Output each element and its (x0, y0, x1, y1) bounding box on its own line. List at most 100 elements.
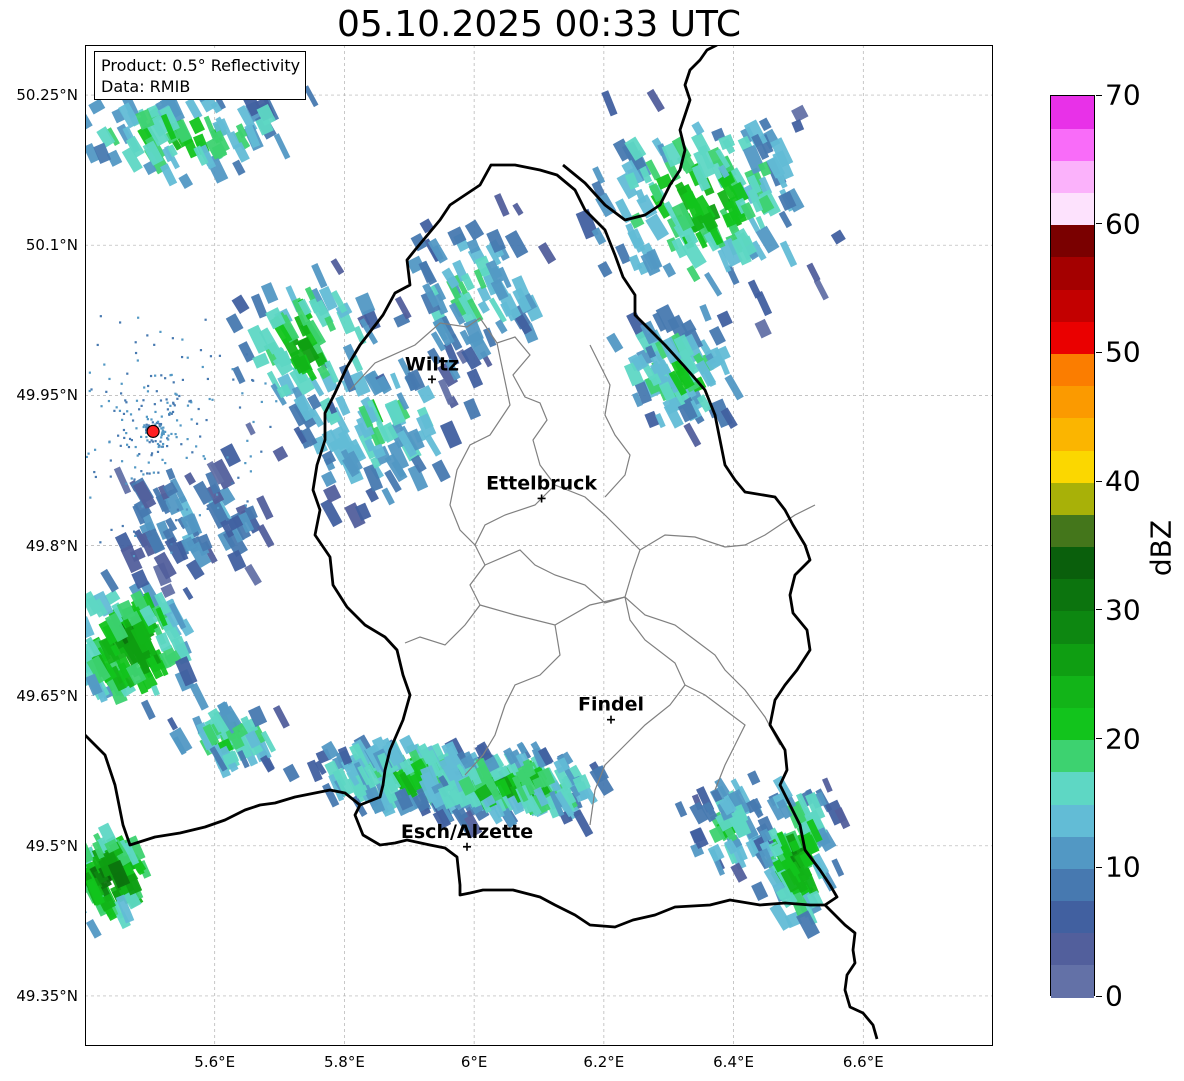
colorbar-segment (1051, 449, 1094, 483)
clutter-pixel (121, 524, 124, 528)
clutter-pixel (134, 445, 137, 449)
clutter-pixel (195, 422, 199, 425)
colorbar-segment (1051, 803, 1094, 837)
clutter-pixel (181, 378, 185, 381)
clutter-pixel (160, 445, 163, 448)
clutter-pixel (275, 400, 278, 403)
clutter-pixel (204, 318, 207, 321)
clutter-pixel (159, 422, 163, 426)
clutter-pixel (161, 458, 164, 461)
product-label: Product: 0.5° Reflectivity (101, 56, 301, 75)
colorbar-tick-label: 10 (1105, 850, 1141, 884)
clutter-pixel (238, 406, 242, 409)
clutter-pixel (129, 413, 133, 416)
colorbar-segment (1051, 836, 1094, 869)
clutter-pixel (145, 423, 148, 426)
radar-map[interactable]: Wiltz Ettelbruck Findel Esch/Alzette (85, 45, 993, 1046)
clutter-pixel (122, 428, 126, 432)
clutter-pixel (171, 337, 174, 340)
clutter-pixel (108, 441, 111, 444)
map-canvas[interactable]: Wiltz Ettelbruck Findel Esch/Alzette (85, 45, 993, 1046)
lat-tick-label: 49.95°N (16, 386, 78, 405)
clutter-pixel (180, 443, 183, 446)
clutter-pixel (152, 471, 155, 474)
clutter-pixel (159, 440, 162, 443)
colorbar-tick-mark (1096, 738, 1102, 740)
clutter-pixel (146, 418, 149, 421)
clutter-pixel (154, 410, 157, 414)
clutter-pixel (237, 476, 240, 479)
clutter-pixel (120, 392, 123, 395)
clutter-pixel (115, 406, 118, 409)
clutter-pixel (226, 456, 229, 459)
clutter-pixel (140, 435, 143, 438)
clutter-pixel (110, 528, 113, 531)
clutter-pixel (160, 427, 163, 430)
clutter-pixel (167, 434, 170, 437)
colorbar-tick-mark (1096, 609, 1102, 611)
clutter-pixel (85, 455, 88, 459)
clutter-pixel (136, 359, 139, 362)
clutter-pixel (178, 394, 181, 398)
clutter-pixel (99, 315, 102, 318)
clutter-pixel (232, 378, 235, 381)
lat-tick-label: 49.8°N (25, 536, 78, 555)
clutter-pixel (215, 493, 219, 496)
clutter-pixel (172, 401, 175, 404)
clutter-pixel (159, 399, 163, 402)
clutter-pixel (143, 424, 146, 427)
clutter-pixel (206, 507, 209, 511)
clutter-pixel (252, 379, 255, 382)
clutter-pixel (153, 343, 156, 346)
lat-tick-label: 50.1°N (25, 236, 78, 255)
clutter-pixel (127, 445, 131, 449)
clutter-pixel (231, 482, 234, 485)
colorbar-tick-label: 40 (1105, 464, 1141, 498)
clutter-pixel (148, 472, 151, 475)
colorbar-segment (1051, 482, 1094, 515)
lat-tick-label: 50.25°N (16, 86, 78, 105)
clutter-pixel (126, 372, 129, 375)
clutter-pixel (166, 401, 169, 404)
clutter-pixel (185, 508, 189, 511)
data-source-label: Data: RMIB (101, 77, 191, 96)
colorbar-tick-mark (1096, 866, 1102, 868)
clutter-pixel (202, 455, 205, 458)
clutter-pixel (147, 384, 150, 388)
clutter-pixel (186, 404, 190, 407)
clutter-pixel (153, 403, 156, 406)
clutter-pixel (146, 508, 149, 511)
clutter-pixel (208, 397, 211, 401)
clutter-pixel (147, 461, 150, 464)
clutter-pixel (169, 411, 172, 414)
radar-site-marker (146, 424, 160, 438)
clutter-pixel (175, 519, 178, 522)
colorbar-tick-mark (1096, 995, 1102, 997)
clutter-pixel (260, 400, 263, 404)
clutter-pixel (181, 524, 184, 528)
clutter-pixel (132, 530, 136, 533)
clutter-pixel (146, 439, 149, 442)
clutter-pixel (168, 413, 171, 416)
colorbar-segment (1051, 514, 1094, 548)
clutter-pixel (120, 460, 124, 463)
clutter-pixel (269, 425, 272, 429)
clutter-pixel (166, 408, 169, 411)
clutter-pixel (199, 435, 202, 438)
clutter-pixel (180, 355, 184, 359)
clutter-pixel (169, 490, 172, 493)
clutter-pixel (190, 418, 193, 421)
clutter-pixel (246, 500, 249, 503)
clutter-pixel (188, 400, 191, 403)
clutter-pixel (179, 424, 182, 427)
lon-tick-label: 5.6°E (194, 1053, 236, 1071)
clutter-pixel (137, 316, 140, 319)
clutter-pixel (206, 377, 209, 381)
clutter-pixel (244, 504, 248, 507)
clutter-pixel (134, 466, 137, 469)
clutter-pixel (162, 432, 165, 436)
lon-tick-label: 6.4°E (713, 1053, 754, 1071)
clutter-pixel (121, 418, 124, 421)
clutter-pixel (170, 432, 173, 436)
clutter-pixel (218, 354, 222, 357)
